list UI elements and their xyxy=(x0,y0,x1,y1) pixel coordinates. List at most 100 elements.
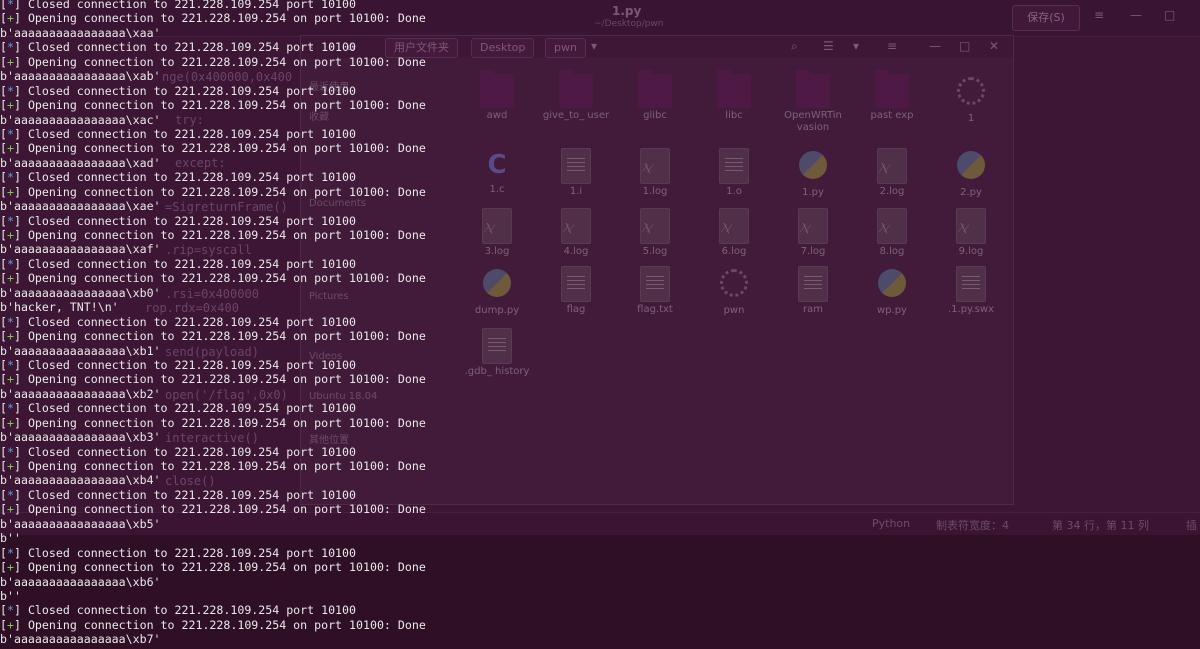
terminal-line-text: b'aaaaaaaaaaaaaaaa\xb0' xyxy=(0,285,161,300)
success-marker: + xyxy=(6,372,14,387)
info-marker: * xyxy=(6,444,14,459)
terminal-line-text: Opening connection to 221.228.109.254 on… xyxy=(27,228,426,242)
terminal-line: [*] Closed connection to 221.228.109.254… xyxy=(0,357,356,372)
info-marker: * xyxy=(6,487,14,502)
terminal-line: [*] Closed connection to 221.228.109.254… xyxy=(0,314,356,329)
terminal-line-text: b'aaaaaaaaaaaaaaaa\xb1' xyxy=(0,343,161,358)
terminal-line: b'aaaaaaaaaaaaaaaa\xab' xyxy=(0,69,1200,83)
success-marker: + xyxy=(6,502,14,517)
terminal-line-text: b'aaaaaaaaaaaaaaaa\xae' xyxy=(0,199,161,214)
success-marker: + xyxy=(6,11,14,26)
success-marker: + xyxy=(6,228,14,242)
terminal-line: [+] Opening connection to 221.228.109.25… xyxy=(0,560,426,575)
terminal-line-text: Opening connection to 221.228.109.254 on… xyxy=(27,617,426,632)
info-marker: * xyxy=(6,170,14,185)
terminal-line: [*] Closed connection to 221.228.109.254… xyxy=(0,256,356,271)
terminal-line-text: Closed connection to 221.228.109.254 por… xyxy=(27,401,356,416)
terminal-line-text: Closed connection to 221.228.109.254 por… xyxy=(27,545,356,560)
terminal-line: [*] Closed connection to 221.228.109.254… xyxy=(0,170,356,185)
terminal-line-text: Opening connection to 221.228.109.254 on… xyxy=(27,415,426,430)
terminal-line-text: Opening connection to 221.228.109.254 on… xyxy=(27,141,426,156)
terminal-line-text: Opening connection to 221.228.109.254 on… xyxy=(27,184,426,199)
info-marker: * xyxy=(6,545,14,560)
success-marker: + xyxy=(6,54,14,69)
terminal-line: b'aaaaaaaaaaaaaaaa\xb1' xyxy=(0,344,1200,358)
success-marker: + xyxy=(6,560,14,575)
terminal-line-text: b'hacker, TNT!\n' xyxy=(0,300,119,315)
info-marker: * xyxy=(6,314,14,329)
terminal-line-text: b'aaaaaaaaaaaaaaaa\xb2' xyxy=(0,386,161,401)
terminal-line-text: b'aaaaaaaaaaaaaaaa\xb4' xyxy=(0,473,161,488)
success-marker: + xyxy=(6,459,14,473)
terminal-line: [+] Opening connection to 221.228.109.25… xyxy=(0,329,426,344)
terminal-line-text: Opening connection to 221.228.109.254 on… xyxy=(27,372,426,387)
terminal-line: b'aaaaaaaaaaaaaaaa\xb2' xyxy=(0,387,1200,401)
terminal-line: [*] Closed connection to 221.228.109.254… xyxy=(0,401,356,416)
terminal-line: [+] Opening connection to 221.228.109.25… xyxy=(0,271,426,286)
terminal-line-text: b'aaaaaaaaaaaaaaaa\xb6' xyxy=(0,574,161,589)
terminal-line-text: Opening connection to 221.228.109.254 on… xyxy=(27,459,426,473)
terminal-line-text: b'' xyxy=(0,531,21,546)
terminal-line: [+] Opening connection to 221.228.109.25… xyxy=(0,184,426,199)
terminal-line-text: Closed connection to 221.228.109.254 por… xyxy=(27,444,356,459)
terminal-output[interactable]: [*] Closed connection to 221.228.109.254… xyxy=(0,0,1200,647)
terminal-line: b'aaaaaaaaaaaaaaaa\xb6' xyxy=(0,575,1200,589)
terminal-line: [*] Closed connection to 221.228.109.254… xyxy=(0,126,356,141)
terminal-line: [*] Closed connection to 221.228.109.254… xyxy=(0,487,356,502)
terminal-line: b'aaaaaaaaaaaaaaaa\xb0' xyxy=(0,286,1200,300)
terminal-line: b'aaaaaaaaaaaaaaaa\xb4' xyxy=(0,473,1200,487)
terminal-line-text: Opening connection to 221.228.109.254 on… xyxy=(27,54,426,69)
terminal-line-text: Opening connection to 221.228.109.254 on… xyxy=(27,560,426,575)
terminal-line: b'aaaaaaaaaaaaaaaa\xb3' xyxy=(0,430,1200,444)
terminal-line: [+] Opening connection to 221.228.109.25… xyxy=(0,459,426,473)
terminal-line-text: b'aaaaaaaaaaaaaaaa\xab' xyxy=(0,69,161,84)
terminal-line: b'aaaaaaaaaaaaaaaa\xaa' xyxy=(0,26,1200,40)
terminal-line-text: b'aaaaaaaaaaaaaaaa\xaa' xyxy=(0,25,161,40)
terminal-line: [+] Opening connection to 221.228.109.25… xyxy=(0,617,426,632)
terminal-line-text: Closed connection to 221.228.109.254 por… xyxy=(27,0,356,11)
terminal-line: b'aaaaaaaaaaaaaaaa\xae' xyxy=(0,199,1200,213)
terminal-line: b'' xyxy=(0,589,1200,603)
success-marker: + xyxy=(6,271,14,286)
info-marker: * xyxy=(6,357,14,372)
terminal-line: [*] Closed connection to 221.228.109.254… xyxy=(0,213,356,228)
terminal-line-text: Closed connection to 221.228.109.254 por… xyxy=(27,126,356,141)
terminal-line: [+] Opening connection to 221.228.109.25… xyxy=(0,141,426,156)
terminal-line-text: b'aaaaaaaaaaaaaaaa\xad' xyxy=(0,155,161,170)
terminal-line-text: Opening connection to 221.228.109.254 on… xyxy=(27,11,426,26)
terminal-line: b'' xyxy=(0,531,1200,545)
success-marker: + xyxy=(6,184,14,199)
info-marker: * xyxy=(6,0,14,11)
terminal-line: [+] Opening connection to 221.228.109.25… xyxy=(0,502,426,517)
terminal-line: b'aaaaaaaaaaaaaaaa\xaf' xyxy=(0,242,1200,256)
terminal-line: [*] Closed connection to 221.228.109.254… xyxy=(0,0,1200,11)
terminal-line: [*] Closed connection to 221.228.109.254… xyxy=(0,603,356,618)
terminal-line-text: Opening connection to 221.228.109.254 on… xyxy=(27,502,426,517)
terminal-line-text: Closed connection to 221.228.109.254 por… xyxy=(27,213,356,228)
terminal-line: [+] Opening connection to 221.228.109.25… xyxy=(0,11,426,26)
terminal-line-text: b'aaaaaaaaaaaaaaaa\xb7' xyxy=(0,632,161,647)
terminal-line-text: Closed connection to 221.228.109.254 por… xyxy=(27,603,356,618)
success-marker: + xyxy=(6,98,14,113)
terminal-line: b'aaaaaaaaaaaaaaaa\xac' xyxy=(0,113,1200,127)
terminal-line-text: Opening connection to 221.228.109.254 on… xyxy=(27,329,426,344)
info-marker: * xyxy=(6,603,14,618)
info-marker: * xyxy=(6,83,14,98)
terminal-line-text: Closed connection to 221.228.109.254 por… xyxy=(27,170,356,185)
terminal-line: [*] Closed connection to 221.228.109.254… xyxy=(0,545,356,560)
terminal-line-text: b'' xyxy=(0,588,21,603)
terminal-line: [*] Closed connection to 221.228.109.254… xyxy=(0,40,356,55)
success-marker: + xyxy=(6,141,14,156)
terminal-line: b'aaaaaaaaaaaaaaaa\xb5' xyxy=(0,517,1200,531)
terminal-line: [+] Opening connection to 221.228.109.25… xyxy=(0,415,426,430)
info-marker: * xyxy=(6,126,14,141)
terminal-line: b'aaaaaaaaaaaaaaaa\xb7' xyxy=(0,632,1200,646)
terminal-line-text: b'aaaaaaaaaaaaaaaa\xb3' xyxy=(0,430,161,445)
terminal-line: [*] Closed connection to 221.228.109.254… xyxy=(0,83,356,98)
terminal-line: [*] Closed connection to 221.228.109.254… xyxy=(0,444,356,459)
terminal-line-text: Opening connection to 221.228.109.254 on… xyxy=(27,271,426,286)
info-marker: * xyxy=(6,213,14,228)
info-marker: * xyxy=(6,40,14,55)
success-marker: + xyxy=(6,415,14,430)
terminal-line: b'aaaaaaaaaaaaaaaa\xad' xyxy=(0,156,1200,170)
